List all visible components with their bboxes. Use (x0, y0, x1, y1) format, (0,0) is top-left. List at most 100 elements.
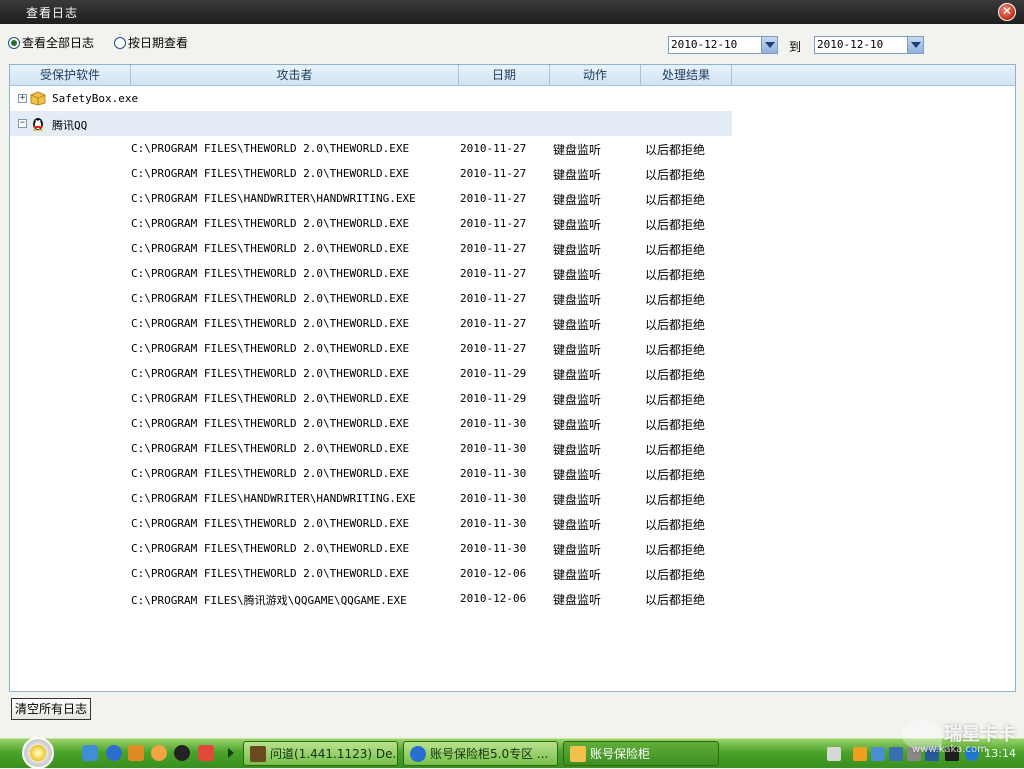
expand-icon[interactable]: + (18, 94, 27, 103)
show-desktop-icon[interactable] (82, 745, 98, 761)
date-cell: 2010-11-30 (460, 467, 527, 480)
clock[interactable]: 13:14 (984, 747, 1016, 760)
attacker-path-cell: C:\PROGRAM FILES\THEWORLD 2.0\THEWORLD.E… (131, 467, 410, 480)
date-from-picker[interactable]: 2010-12-10 (668, 36, 778, 54)
radio-dot-checked[interactable] (8, 36, 20, 49)
result-cell: 以后都拒绝 (645, 543, 706, 557)
result-cell: 以后都拒绝 (645, 593, 706, 607)
action-cell: 键盘监听 (553, 318, 602, 332)
action-cell: 键盘监听 (553, 243, 602, 257)
date-range-to-label: 到 (789, 40, 802, 54)
table-row[interactable]: C:\PROGRAM FILES\THEWORLD 2.0\THEWORLD.E… (10, 336, 1015, 361)
globe-icon[interactable] (965, 747, 979, 761)
safe-box-icon (570, 745, 586, 762)
tray-app-icon[interactable] (925, 747, 939, 761)
table-row[interactable]: C:\PROGRAM FILES\THEWORLD 2.0\THEWORLD.E… (10, 511, 1015, 536)
table-row[interactable]: C:\PROGRAM FILES\THEWORLD 2.0\THEWORLD.E… (10, 561, 1015, 586)
action-cell: 键盘监听 (553, 418, 602, 432)
task-label: 问道(1.441.1123) De... (270, 747, 398, 761)
action-cell: 键盘监听 (553, 168, 602, 182)
face-icon[interactable] (151, 745, 167, 761)
table-row[interactable]: C:\PROGRAM FILES\THEWORLD 2.0\THEWORLD.E… (10, 436, 1015, 461)
title-bar[interactable]: 查看日志 ✕ (0, 0, 1024, 24)
table-row[interactable]: C:\PROGRAM FILES\THEWORLD 2.0\THEWORLD.E… (10, 411, 1015, 436)
date-cell: 2010-11-30 (460, 542, 527, 555)
attacker-path-cell: C:\PROGRAM FILES\THEWORLD 2.0\THEWORLD.E… (131, 367, 410, 380)
game-app-icon (250, 745, 266, 762)
task-button-safe-box[interactable]: 账号保险柜 (563, 741, 719, 766)
table-row[interactable]: C:\PROGRAM FILES\THEWORLD 2.0\THEWORLD.E… (10, 261, 1015, 286)
tray-app-icon[interactable] (945, 747, 959, 761)
attacker-path-cell: C:\PROGRAM FILES\THEWORLD 2.0\THEWORLD.E… (131, 267, 410, 280)
table-row[interactable]: C:\PROGRAM FILES\THEWORLD 2.0\THEWORLD.E… (10, 161, 1015, 186)
attacker-path-cell: C:\PROGRAM FILES\THEWORLD 2.0\THEWORLD.E… (131, 567, 410, 580)
doc-icon[interactable] (198, 745, 214, 761)
quick-launch-more-icon[interactable] (228, 748, 234, 758)
attacker-path-cell: C:\PROGRAM FILES\THEWORLD 2.0\THEWORLD.E… (131, 242, 410, 255)
start-button[interactable] (22, 737, 54, 769)
table-row[interactable]: C:\PROGRAM FILES\HANDWRITER\HANDWRITING.… (10, 186, 1015, 211)
attacker-path-cell: C:\PROGRAM FILES\THEWORLD 2.0\THEWORLD.E… (131, 292, 410, 305)
column-header-result[interactable]: 处理结果 (641, 65, 732, 86)
window-title: 查看日志 (26, 6, 79, 20)
result-cell: 以后都拒绝 (645, 493, 706, 507)
task-button-ie[interactable]: 账号保险柜5.0专区 ... (403, 741, 558, 766)
date-to-picker[interactable]: 2010-12-10 (814, 36, 924, 54)
column-header-protected-app[interactable]: 受保护软件 (10, 65, 131, 86)
radio-view-all[interactable]: 查看全部日志 (8, 34, 94, 51)
chevron-down-icon[interactable] (907, 37, 923, 53)
grid-rows: + SafetyBox.exe − 腾讯QQ C:\PROGRAM FILES\… (10, 86, 1015, 611)
result-cell: 以后都拒绝 (645, 568, 706, 582)
result-cell: 以后都拒绝 (645, 368, 706, 382)
action-cell: 键盘监听 (553, 143, 602, 157)
column-header-date[interactable]: 日期 (459, 65, 550, 86)
action-cell: 键盘监听 (553, 468, 602, 482)
column-header-attacker[interactable]: 攻击者 (131, 65, 459, 86)
date-cell: 2010-11-30 (460, 492, 527, 505)
chevron-down-icon[interactable] (761, 37, 777, 53)
result-cell: 以后都拒绝 (645, 343, 706, 357)
date-cell: 2010-12-06 (460, 592, 527, 605)
ie-icon[interactable] (106, 745, 122, 761)
group-row-safetybox[interactable]: + SafetyBox.exe (10, 86, 1015, 111)
table-row[interactable]: C:\PROGRAM FILES\THEWORLD 2.0\THEWORLD.E… (10, 311, 1015, 336)
tray-app-icon[interactable] (889, 747, 903, 761)
game-icon[interactable] (128, 745, 144, 761)
action-cell: 键盘监听 (553, 193, 602, 207)
attacker-path-cell: C:\PROGRAM FILES\HANDWRITER\HANDWRITING.… (131, 492, 416, 505)
table-row[interactable]: C:\PROGRAM FILES\THEWORLD 2.0\THEWORLD.E… (10, 386, 1015, 411)
attacker-path-cell: C:\PROGRAM FILES\THEWORLD 2.0\THEWORLD.E… (131, 442, 410, 455)
group-row-qq[interactable]: − 腾讯QQ (10, 111, 732, 136)
table-row[interactable]: C:\PROGRAM FILES\HANDWRITER\HANDWRITING.… (10, 486, 1015, 511)
radio-view-all-label: 查看全部日志 (22, 36, 95, 50)
table-row[interactable]: C:\PROGRAM FILES\腾讯游戏\QQGAME\QQGAME.EXE 2… (10, 586, 1015, 611)
table-row[interactable]: C:\PROGRAM FILES\THEWORLD 2.0\THEWORLD.E… (10, 286, 1015, 311)
radio-dot-unchecked[interactable] (114, 36, 126, 49)
collapse-icon[interactable]: − (18, 119, 27, 128)
radio-view-by-date[interactable]: 按日期查看 (114, 34, 188, 51)
table-row[interactable]: C:\PROGRAM FILES\THEWORLD 2.0\THEWORLD.E… (10, 211, 1015, 236)
table-row[interactable]: C:\PROGRAM FILES\THEWORLD 2.0\THEWORLD.E… (10, 136, 1015, 161)
radio-view-by-date-label: 按日期查看 (128, 36, 189, 50)
date-cell: 2010-11-30 (460, 417, 527, 430)
date-to-value: 2010-12-10 (817, 38, 884, 51)
keyboard-icon[interactable] (827, 747, 841, 761)
table-row[interactable]: C:\PROGRAM FILES\THEWORLD 2.0\THEWORLD.E… (10, 361, 1015, 386)
task-button-wendao[interactable]: 问道(1.441.1123) De... (243, 741, 398, 766)
attacker-path-cell: C:\PROGRAM FILES\THEWORLD 2.0\THEWORLD.E… (131, 342, 410, 355)
column-header-action[interactable]: 动作 (550, 65, 641, 86)
volume-icon[interactable] (907, 747, 921, 761)
clear-all-logs-button[interactable]: 清空所有日志 (11, 698, 92, 720)
tray-app-icon[interactable] (853, 747, 867, 761)
date-cell: 2010-11-27 (460, 217, 527, 230)
table-row[interactable]: C:\PROGRAM FILES\THEWORLD 2.0\THEWORLD.E… (10, 236, 1015, 261)
action-cell: 键盘监听 (553, 493, 602, 507)
network-icon[interactable] (871, 747, 885, 761)
date-cell: 2010-11-29 (460, 367, 527, 380)
table-row[interactable]: C:\PROGRAM FILES\THEWORLD 2.0\THEWORLD.E… (10, 461, 1015, 486)
table-row[interactable]: C:\PROGRAM FILES\THEWORLD 2.0\THEWORLD.E… (10, 536, 1015, 561)
close-icon[interactable]: ✕ (998, 3, 1016, 21)
qq-icon[interactable] (174, 745, 190, 761)
date-cell: 2010-11-27 (460, 192, 527, 205)
result-cell: 以后都拒绝 (645, 293, 706, 307)
